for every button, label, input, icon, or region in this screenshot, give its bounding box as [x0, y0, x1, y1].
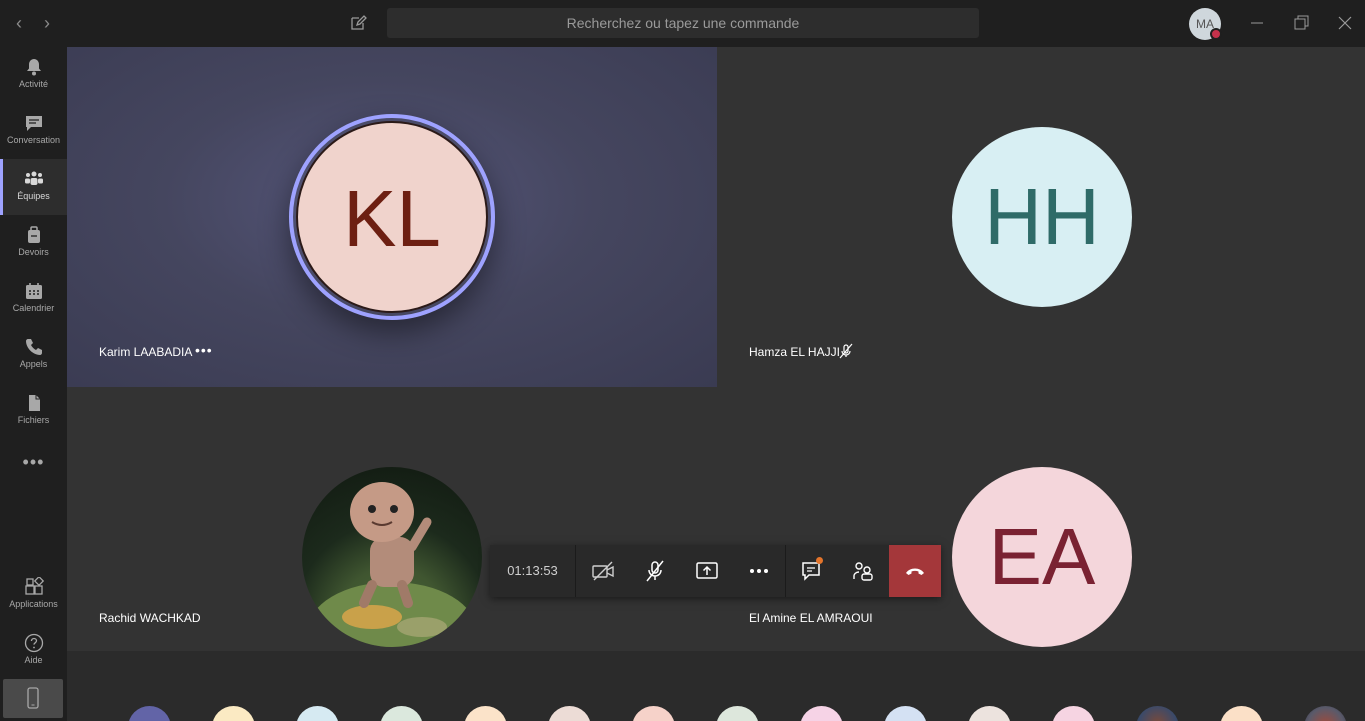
more-actions-button[interactable] [733, 545, 785, 597]
rail-label: Appels [19, 359, 48, 369]
participant-name: Karim LAABADIA [99, 345, 193, 359]
roster-avatar[interactable]: MB [800, 706, 843, 721]
unread-badge-icon [816, 557, 823, 564]
rail-item-teams[interactable]: Équipes [0, 159, 67, 215]
bell-icon [26, 59, 41, 76]
avatar: EA [952, 467, 1132, 647]
apps-icon [24, 577, 44, 595]
help-icon [24, 633, 43, 653]
rail-label: Activité [18, 79, 48, 89]
minimize-icon[interactable] [1246, 12, 1268, 34]
mic-off-icon [646, 560, 664, 582]
more-options-icon[interactable]: ••• [195, 342, 213, 358]
more-apps-icon[interactable]: ••• [0, 452, 67, 473]
mic-muted-icon [839, 343, 853, 359]
file-icon [28, 395, 40, 411]
rail-item-assignments[interactable]: Devoirs [0, 215, 67, 271]
back-arrow-icon[interactable]: ‹ [8, 12, 30, 34]
rail-label: Devoirs [18, 247, 49, 257]
character-picture-icon [307, 482, 477, 647]
rail-item-chat[interactable]: Conversation [0, 103, 67, 159]
hang-up-button[interactable] [889, 545, 941, 597]
rail-label: Équipes [17, 191, 50, 201]
camera-off-button[interactable] [577, 545, 629, 597]
calendar-icon [25, 283, 42, 299]
roster-avatar-photo[interactable] [1304, 706, 1347, 721]
rail-item-activity[interactable]: Activité [0, 47, 67, 103]
participant-tile[interactable]: Rachid WACHKAD [67, 387, 717, 651]
participants-icon [853, 562, 873, 581]
close-icon[interactable] [1334, 12, 1356, 34]
roster-avatar[interactable]: MM [1220, 706, 1263, 721]
roster-avatar[interactable]: AA [548, 706, 591, 721]
rail-label: Fichiers [17, 415, 50, 425]
chat-icon [25, 116, 42, 131]
show-participants-button[interactable] [837, 545, 889, 597]
mute-button[interactable] [629, 545, 681, 597]
app-rail: Activité Conversation Équipes Devoirs Ca… [0, 47, 67, 721]
mobile-icon [27, 687, 39, 709]
rail-label: Conversation [6, 135, 61, 145]
roster-avatar[interactable]: YH [464, 706, 507, 721]
roster-avatar-photo[interactable] [1136, 706, 1179, 721]
phone-icon [25, 339, 42, 355]
teams-icon [24, 171, 43, 185]
show-conversation-button[interactable] [786, 545, 838, 597]
rail-item-help[interactable]: Aide [0, 623, 67, 679]
roster-avatar[interactable]: NL [380, 706, 423, 721]
participant-name: Hamza EL HAJJI [749, 345, 840, 359]
hang-up-icon [906, 568, 924, 575]
title-bar: ‹ › Recherchez ou tapez une commande MA [0, 0, 1365, 47]
participant-tile[interactable]: KL Karim LAABADIA ••• [67, 47, 717, 387]
roster-avatar[interactable]: MB [632, 706, 675, 721]
participant-tile[interactable]: HH Hamza EL HAJJI [717, 47, 1365, 387]
roster-avatar[interactable]: AR [716, 706, 759, 721]
rail-item-apps[interactable]: Applications [0, 567, 67, 623]
share-screen-icon [696, 562, 718, 579]
camera-off-icon [592, 561, 614, 581]
rail-item-calls[interactable]: Appels [0, 327, 67, 383]
rail-label: Calendrier [12, 303, 55, 313]
rail-label: Applications [9, 599, 58, 609]
participant-name: El Amine EL AMRAOUI [749, 611, 873, 625]
meeting-stage: KL Karim LAABADIA ••• HH Hamza EL HAJJI [67, 47, 1365, 721]
call-timer: 01:13:53 [490, 545, 576, 597]
avatar: HH [952, 127, 1132, 307]
rail-item-files[interactable]: Fichiers [0, 383, 67, 439]
teams-window: ‹ › Recherchez ou tapez une commande MA … [0, 0, 1365, 721]
share-screen-button[interactable] [681, 545, 733, 597]
more-options-icon [750, 569, 768, 573]
search-input[interactable]: Recherchez ou tapez une commande [387, 8, 979, 38]
restore-icon[interactable] [1290, 12, 1312, 34]
roster-avatar[interactable]: AM [968, 706, 1011, 721]
participant-tile[interactable]: EA El Amine EL AMRAOUI [717, 387, 1365, 651]
roster-avatar[interactable]: AB [884, 706, 927, 721]
avatar: KL [296, 121, 488, 313]
avatar-photo [302, 467, 482, 647]
rail-label: Aide [24, 655, 43, 665]
roster-avatar[interactable]: HK [1052, 706, 1095, 721]
call-controls-bar: 01:13:53 [490, 545, 941, 597]
assignments-icon [27, 226, 40, 243]
compose-icon[interactable] [347, 12, 369, 34]
participant-name: Rachid WACHKAD [99, 611, 201, 625]
roster-avatar[interactable]: AL [296, 706, 339, 721]
device-settings-button[interactable] [3, 679, 63, 718]
overflow-participants-button[interactable]: +6 [128, 706, 171, 721]
status-busy-icon [1210, 28, 1222, 40]
roster-avatar[interactable]: KB [212, 706, 255, 721]
forward-arrow-icon[interactable]: › [36, 12, 58, 34]
rail-item-calendar[interactable]: Calendrier [0, 271, 67, 327]
